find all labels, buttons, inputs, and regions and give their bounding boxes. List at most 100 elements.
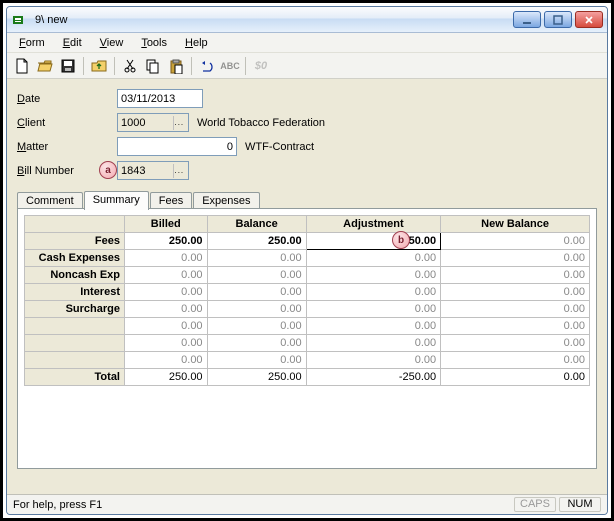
col-newbalance: New Balance <box>441 216 590 233</box>
row-header <box>25 318 125 335</box>
total-row: Total250.00250.00-250.000.00 <box>25 369 590 386</box>
grid-cell[interactable]: 250.00 <box>125 233 208 250</box>
grid-cell[interactable]: 0.00 <box>207 301 306 318</box>
grid-cell[interactable]: 0.00 <box>207 318 306 335</box>
copy-button[interactable] <box>142 55 164 77</box>
window-title: 9\ new <box>35 14 513 26</box>
grid-cell[interactable]: 0.00 <box>306 250 441 267</box>
grid-cell[interactable]: 0.00 <box>125 352 208 369</box>
grid-cell[interactable]: 0.00 <box>441 284 590 301</box>
status-caps: CAPS <box>514 497 556 512</box>
grid-cell[interactable]: 0.00 <box>306 335 441 352</box>
client-name: World Tobacco Federation <box>197 117 325 129</box>
spellcheck-button[interactable]: ABC <box>219 55 241 77</box>
open-button[interactable] <box>34 55 56 77</box>
paste-button[interactable] <box>165 55 187 77</box>
grid-cell[interactable]: 0.00 <box>441 233 590 250</box>
col-adjustment: Adjustment <box>306 216 441 233</box>
grid-cell[interactable]: 0.00 <box>207 335 306 352</box>
table-row[interactable]: 0.000.000.000.00 <box>25 318 590 335</box>
client-field[interactable]: ... <box>117 113 189 132</box>
undo-button[interactable] <box>196 55 218 77</box>
col-balance: Balance <box>207 216 306 233</box>
table-row[interactable]: 0.000.000.000.00 <box>25 352 590 369</box>
status-num: NUM <box>559 497 601 512</box>
grid-cell[interactable]: 0.00 <box>306 352 441 369</box>
grid-cell[interactable]: 0.00 <box>306 267 441 284</box>
menu-tools[interactable]: Tools <box>133 35 175 51</box>
close-button[interactable] <box>575 11 603 28</box>
row-header <box>25 335 125 352</box>
col-billed: Billed <box>125 216 208 233</box>
grid-cell: -250.00 <box>306 369 441 386</box>
menu-view[interactable]: View <box>92 35 132 51</box>
minimize-button[interactable] <box>513 11 541 28</box>
status-bar: For help, press F1 CAPS NUM <box>7 494 607 514</box>
summary-panel: b Billed Balance Adjustment New Balance … <box>17 209 597 469</box>
grid-cell[interactable]: 0.00 <box>306 301 441 318</box>
summary-grid[interactable]: Billed Balance Adjustment New Balance Fe… <box>24 215 590 386</box>
client-lookup-button[interactable]: ... <box>173 116 185 130</box>
row-header: Cash Expenses <box>25 250 125 267</box>
new-button[interactable] <box>11 55 33 77</box>
grid-cell[interactable]: 0.00 <box>306 318 441 335</box>
tab-bar: Comment Summary Fees Expenses <box>17 190 597 209</box>
app-icon <box>13 14 29 26</box>
form-content: Date Client ... World Tobacco Federation… <box>7 79 607 494</box>
tab-expenses[interactable]: Expenses <box>193 192 259 209</box>
client-label: Client <box>17 117 117 129</box>
cut-button[interactable] <box>119 55 141 77</box>
toolbar: ABC $0 <box>7 53 607 79</box>
grid-cell[interactable]: 250.00 <box>207 233 306 250</box>
table-row[interactable]: Fees250.00250.00-250.000.00 <box>25 233 590 250</box>
status-help: For help, press F1 <box>13 499 511 511</box>
grid-cell[interactable]: 0.00 <box>441 250 590 267</box>
folder-up-button[interactable] <box>88 55 110 77</box>
grid-cell[interactable]: 0.00 <box>441 301 590 318</box>
date-field[interactable] <box>117 89 203 108</box>
tab-summary[interactable]: Summary <box>84 191 149 210</box>
grid-cell[interactable]: 0.00 <box>125 267 208 284</box>
row-header: Noncash Exp <box>25 267 125 284</box>
grid-cell[interactable]: 0.00 <box>207 267 306 284</box>
app-window: 9\ new Form Edit View Tools Help ABC $0 … <box>6 6 608 515</box>
callout-b: b <box>392 231 410 249</box>
bill-lookup-button[interactable]: ... <box>173 164 185 178</box>
grid-cell[interactable]: 0.00 <box>125 250 208 267</box>
table-row[interactable]: Surcharge0.000.000.000.00 <box>25 301 590 318</box>
dollar-button[interactable]: $0 <box>250 55 272 77</box>
grid-cell[interactable]: 0.00 <box>441 318 590 335</box>
grid-cell: 250.00 <box>125 369 208 386</box>
grid-cell[interactable]: 0.00 <box>441 267 590 284</box>
table-row[interactable]: 0.000.000.000.00 <box>25 335 590 352</box>
tab-fees[interactable]: Fees <box>150 192 192 209</box>
matter-field[interactable] <box>117 137 237 156</box>
grid-cell[interactable]: 0.00 <box>125 335 208 352</box>
grid-cell[interactable]: 0.00 <box>207 352 306 369</box>
grid-cell[interactable]: -250.00 <box>306 233 441 250</box>
save-button[interactable] <box>57 55 79 77</box>
tab-comment[interactable]: Comment <box>17 192 83 209</box>
grid-cell[interactable]: 0.00 <box>125 318 208 335</box>
menu-help[interactable]: Help <box>177 35 216 51</box>
table-row[interactable]: Cash Expenses0.000.000.000.00 <box>25 250 590 267</box>
grid-cell: 0.00 <box>441 369 590 386</box>
row-header <box>25 352 125 369</box>
grid-cell[interactable]: 0.00 <box>207 250 306 267</box>
grid-cell[interactable]: 0.00 <box>441 352 590 369</box>
menu-form[interactable]: Form <box>11 35 53 51</box>
table-row[interactable]: Noncash Exp0.000.000.000.00 <box>25 267 590 284</box>
callout-a: a <box>99 161 117 179</box>
grid-cell[interactable]: 0.00 <box>125 301 208 318</box>
grid-cell[interactable]: 0.00 <box>125 284 208 301</box>
grid-corner <box>25 216 125 233</box>
grid-cell[interactable]: 0.00 <box>441 335 590 352</box>
matter-label: Matter <box>17 141 117 153</box>
menu-edit[interactable]: Edit <box>55 35 90 51</box>
grid-cell[interactable]: 0.00 <box>306 284 441 301</box>
table-row[interactable]: Interest0.000.000.000.00 <box>25 284 590 301</box>
grid-cell[interactable]: 0.00 <box>207 284 306 301</box>
bill-field[interactable]: ... <box>117 161 189 180</box>
titlebar: 9\ new <box>7 7 607 33</box>
maximize-button[interactable] <box>544 11 572 28</box>
